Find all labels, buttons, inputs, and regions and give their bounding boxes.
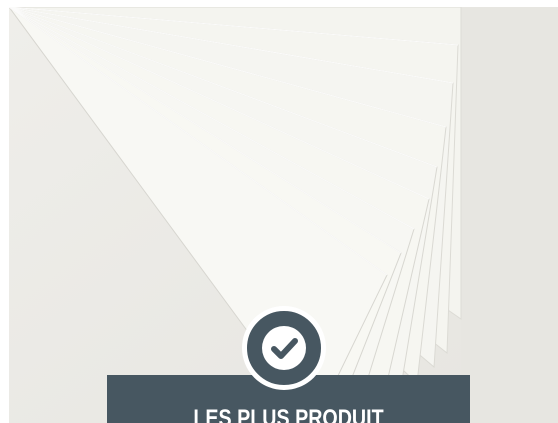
banner-title: LES PLUS PRODUIT: [193, 405, 384, 423]
checkmark-icon: [262, 326, 306, 370]
product-image-frame: LES PLUS PRODUIT: [0, 0, 558, 423]
checkmark-badge: [242, 306, 326, 390]
